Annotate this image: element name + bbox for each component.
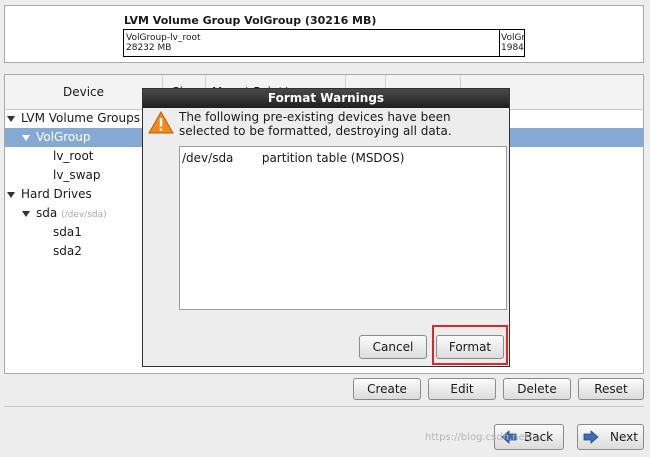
format-warnings-dialog: Format Warnings The following pre-existi… bbox=[142, 88, 510, 367]
dialog-message: The following pre-existing devices have … bbox=[179, 110, 452, 138]
segment-size: 1984 bbox=[501, 43, 524, 53]
list-item[interactable]: /dev/sda partition table (MSDOS) bbox=[182, 151, 404, 165]
create-button[interactable]: Create bbox=[353, 378, 421, 400]
expander-icon[interactable] bbox=[7, 191, 15, 198]
device-description: partition table (MSDOS) bbox=[261, 151, 405, 165]
row-label: Hard Drives bbox=[21, 187, 92, 201]
next-arrow-icon bbox=[583, 430, 599, 444]
row-label: VolGroup bbox=[36, 130, 91, 144]
device-name: /dev/sda bbox=[182, 151, 234, 165]
volume-group-bar: VolGroup-lv_root 28232 MB VolGr 1984 bbox=[123, 29, 525, 57]
next-button[interactable]: Next bbox=[577, 424, 644, 450]
row-label: sda2 bbox=[53, 244, 82, 258]
cancel-button[interactable]: Cancel bbox=[359, 335, 427, 359]
expander-icon[interactable] bbox=[22, 134, 30, 141]
warning-icon bbox=[148, 111, 174, 134]
segment-name: VolGr bbox=[501, 33, 524, 43]
reset-button[interactable]: Reset bbox=[578, 378, 644, 400]
lv-swap-segment[interactable]: VolGr 1984 bbox=[500, 30, 524, 56]
lv-root-segment[interactable]: VolGroup-lv_root 28232 MB bbox=[124, 30, 500, 56]
next-label: Next bbox=[610, 430, 638, 444]
volume-group-title: LVM Volume Group VolGroup (30216 MB) bbox=[124, 14, 377, 27]
row-label: LVM Volume Groups bbox=[21, 111, 140, 125]
watermark-text: https://blog.csdn.net/... bbox=[425, 432, 542, 443]
row-label: lv_swap bbox=[53, 168, 101, 182]
row-label: lv_root bbox=[53, 149, 94, 163]
footer-separator bbox=[4, 406, 644, 407]
column-device[interactable]: Device bbox=[5, 75, 163, 109]
devices-list[interactable]: /dev/sda partition table (MSDOS) bbox=[179, 146, 507, 310]
format-button[interactable]: Format bbox=[436, 335, 504, 359]
segment-name: VolGroup-lv_root bbox=[126, 33, 201, 43]
row-label: sda1 bbox=[53, 225, 82, 239]
edit-button[interactable]: Edit bbox=[428, 378, 496, 400]
delete-button[interactable]: Delete bbox=[503, 378, 571, 400]
segment-size: 28232 MB bbox=[126, 43, 172, 53]
expander-icon[interactable] bbox=[22, 210, 30, 217]
row-label: sda bbox=[36, 206, 58, 220]
row-sublabel: (/dev/sda) bbox=[61, 210, 107, 220]
expander-icon[interactable] bbox=[7, 115, 15, 122]
dialog-title: Format Warnings bbox=[143, 89, 509, 108]
